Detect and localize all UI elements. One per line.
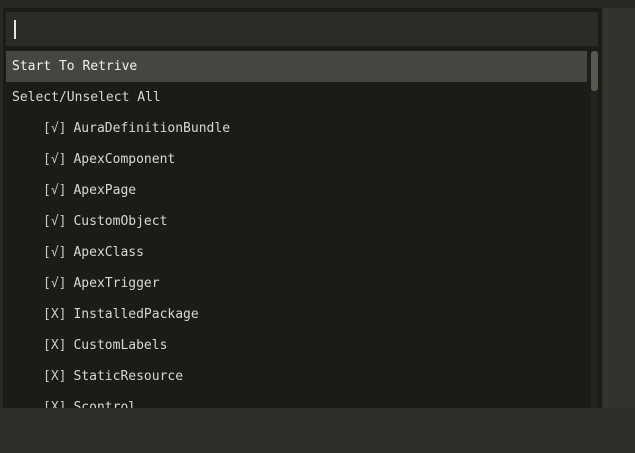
scrollbar-thumb[interactable]: [591, 51, 598, 91]
text-caret: [14, 20, 16, 39]
list-item-label: Start To Retrive: [12, 59, 138, 74]
list-item-label: CustomLabels: [73, 338, 168, 353]
list-item[interactable]: [√] ApexTrigger: [6, 268, 587, 299]
checkbox-mark: [√]: [43, 214, 67, 229]
checkbox-mark: [X]: [43, 338, 67, 353]
list-item[interactable]: [√] ApexPage: [6, 175, 587, 206]
list-item-label: ApexClass: [73, 245, 144, 260]
search-input[interactable]: [6, 12, 598, 47]
checkbox-mark: [√]: [43, 121, 67, 136]
list-item[interactable]: [X] Scontrol: [6, 392, 587, 408]
window-background: Start To Retrive Select/Unselect All [√]…: [0, 0, 635, 453]
list-item[interactable]: [√] ApexClass: [6, 237, 587, 268]
list-item[interactable]: [√] CustomObject: [6, 206, 587, 237]
list-scrollbar[interactable]: [591, 51, 598, 408]
list-item-label: CustomObject: [73, 214, 168, 229]
list-item-start-retrieve[interactable]: Start To Retrive: [6, 51, 587, 82]
list-item-label: ApexPage: [73, 183, 137, 198]
checkbox-mark: [X]: [43, 400, 67, 408]
list-item-label: ApexComponent: [73, 152, 176, 167]
list-item[interactable]: [X] InstalledPackage: [6, 299, 587, 330]
right-gutter: [602, 8, 635, 408]
list-item[interactable]: [X] CustomLabels: [6, 330, 587, 361]
checkbox-mark: [√]: [43, 245, 67, 260]
list-item[interactable]: [X] StaticResource: [6, 361, 587, 392]
quick-panel: Start To Retrive Select/Unselect All [√]…: [3, 8, 602, 408]
list-item[interactable]: [√] ApexComponent: [6, 144, 587, 175]
list-item-label: AuraDefinitionBundle: [73, 121, 231, 136]
list-item[interactable]: [√] AuraDefinitionBundle: [6, 113, 587, 144]
list-item-label: Scontrol: [73, 400, 137, 408]
list-item-label: InstalledPackage: [73, 307, 199, 322]
checkbox-mark: [√]: [43, 183, 67, 198]
list-item-label: Select/Unselect All: [12, 90, 161, 105]
list-item-label: StaticResource: [73, 369, 184, 384]
checkbox-mark: [√]: [43, 276, 67, 291]
bottom-strip: [0, 408, 635, 453]
list-item-label: ApexTrigger: [73, 276, 160, 291]
checkbox-mark: [√]: [43, 152, 67, 167]
list-item-select-all[interactable]: Select/Unselect All: [6, 82, 587, 113]
options-list: Start To Retrive Select/Unselect All [√]…: [6, 51, 587, 408]
checkbox-mark: [X]: [43, 369, 67, 384]
checkbox-mark: [X]: [43, 307, 67, 322]
